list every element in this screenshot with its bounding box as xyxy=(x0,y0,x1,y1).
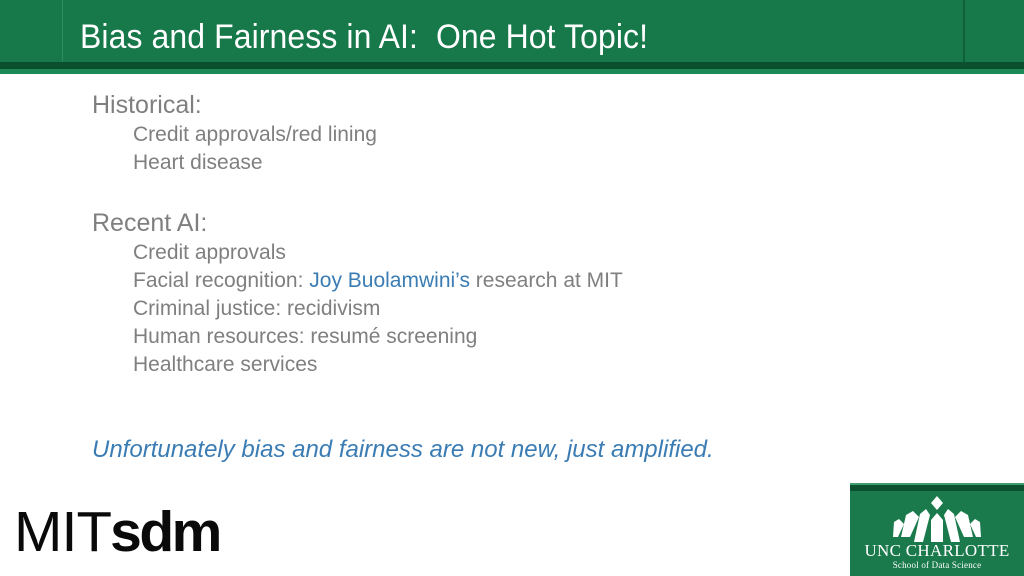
list-item-text-after-link: research at MIT xyxy=(469,269,623,292)
header-stripe-mid xyxy=(0,69,1024,74)
list-item: Healthcare services xyxy=(133,353,318,376)
closing-spacer-extra xyxy=(92,410,932,435)
unc-logo-top-stripe xyxy=(850,485,1024,491)
list-item: Credit approvals/red lining xyxy=(133,123,377,146)
list-item: Human resources: resumé screening xyxy=(133,325,478,348)
list-item: Criminal justice: recidivism xyxy=(133,297,381,320)
header-vertical-rule-right xyxy=(963,0,965,62)
section-heading-recent-ai: Recent AI: xyxy=(92,209,208,237)
list-item: Heart disease xyxy=(133,151,263,174)
unc-charlotte-logo: UNC CHARLOTTE School of Data Science xyxy=(850,483,1024,576)
header-vertical-rule-left xyxy=(62,0,63,62)
slide-header-banner: Bias and Fairness in AI: One Hot Topic! xyxy=(0,0,1024,66)
unc-school-subtitle: School of Data Science xyxy=(892,560,982,570)
closing-statement: Unfortunately bias and fairness are not … xyxy=(92,436,714,463)
closing-spacer xyxy=(92,379,932,410)
list-item-text-before-link: Facial recognition: xyxy=(133,269,310,292)
list-item: Credit approvals xyxy=(133,241,286,264)
unc-charlotte-name: UNC CHARLOTTE xyxy=(864,541,1010,560)
slide-body-content: Historical: Credit approvals/red lining … xyxy=(92,90,932,465)
header-stripe-dark xyxy=(0,62,1024,69)
section-heading-historical: Historical: xyxy=(92,91,202,119)
page-title: Bias and Fairness in AI: One Hot Topic! xyxy=(80,18,649,56)
list-item: Facial recognition: Joy Buolamwini’s res… xyxy=(133,267,932,295)
unc-crown-crest-icon xyxy=(893,496,981,542)
link-joy-buolamwini[interactable]: Joy Buolamwini’s xyxy=(309,269,470,292)
sdm-logo-text: sdm xyxy=(110,499,222,564)
mit-logo-text: MIT xyxy=(14,499,112,564)
mit-sdm-logo: MIT sdm xyxy=(14,499,222,564)
